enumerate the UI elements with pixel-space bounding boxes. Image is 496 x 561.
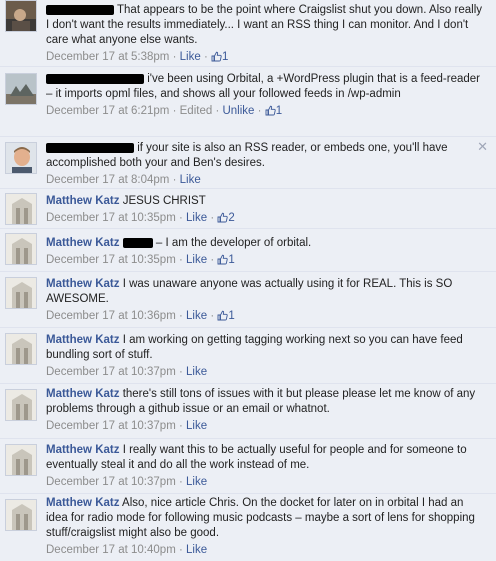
comment-text: – I am the developer of orbital. bbox=[155, 237, 312, 249]
like-link[interactable]: Like bbox=[186, 310, 207, 322]
comment-meta: December 17 at 10:37pm · Like bbox=[46, 420, 208, 432]
author-name[interactable]: Matthew Katz bbox=[46, 497, 119, 509]
like-link[interactable]: Like bbox=[186, 212, 207, 224]
comment: Matthew Katz – I am the developer of orb… bbox=[0, 228, 496, 271]
like-link[interactable]: Like bbox=[186, 420, 207, 432]
like-count-button[interactable]: 2 bbox=[217, 212, 235, 224]
like-link[interactable]: Like bbox=[180, 51, 201, 63]
comment-meta: December 17 at 10:37pm · Like bbox=[46, 366, 208, 378]
avatar[interactable] bbox=[5, 0, 37, 32]
avatar[interactable] bbox=[5, 193, 37, 225]
comment: That appears to be the point where Craig… bbox=[0, 0, 496, 66]
comment: Matthew Katz JESUS CHRIST December 17 at… bbox=[0, 188, 496, 228]
like-link[interactable]: Like bbox=[186, 544, 207, 556]
author-name[interactable]: Matthew Katz bbox=[46, 388, 119, 400]
avatar[interactable] bbox=[5, 389, 37, 421]
like-count: 1 bbox=[275, 105, 283, 117]
avatar[interactable] bbox=[5, 73, 37, 105]
timestamp[interactable]: December 17 at 10:37pm bbox=[46, 366, 176, 378]
author-name[interactable]: Matthew Katz bbox=[46, 334, 119, 346]
redacted-name bbox=[46, 142, 134, 153]
avatar[interactable] bbox=[5, 277, 37, 309]
avatar[interactable] bbox=[5, 333, 37, 365]
avatar[interactable] bbox=[5, 499, 37, 531]
edited-label[interactable]: Edited bbox=[180, 105, 213, 117]
avatar[interactable] bbox=[5, 142, 37, 174]
like-link[interactable]: Like bbox=[180, 174, 201, 186]
unlike-link[interactable]: Unlike bbox=[222, 105, 254, 117]
like-link[interactable]: Like bbox=[186, 254, 207, 266]
like-link[interactable]: Like bbox=[186, 366, 207, 378]
redacted-name bbox=[46, 73, 144, 84]
thumbs-up-icon bbox=[217, 212, 229, 228]
timestamp[interactable]: December 17 at 5:38pm bbox=[46, 51, 169, 63]
thumbs-up-icon bbox=[265, 105, 276, 121]
redacted-name bbox=[46, 4, 114, 15]
close-icon[interactable]: ✕ bbox=[477, 139, 488, 155]
comment-meta: December 17 at 10:36pm · Like · 1 bbox=[46, 309, 486, 326]
author-name[interactable]: Matthew Katz bbox=[46, 444, 119, 456]
like-count: 1 bbox=[228, 310, 235, 322]
redacted-name bbox=[122, 237, 153, 248]
thumbs-up-icon bbox=[211, 51, 222, 67]
comment-text: JESUS CHRIST bbox=[122, 195, 206, 207]
like-count: 2 bbox=[228, 212, 235, 224]
timestamp[interactable]: December 17 at 10:35pm bbox=[46, 254, 176, 266]
like-count: 1 bbox=[221, 51, 229, 63]
author-name[interactable]: Matthew Katz bbox=[46, 237, 119, 249]
comment: Matthew Katz Also, nice article Chris. O… bbox=[0, 493, 496, 561]
like-count-button[interactable]: 1 bbox=[217, 254, 235, 266]
comment: i've been using Orbital, a +WordPress pl… bbox=[0, 66, 496, 136]
comment: ✕ if your site is also an RSS reader, or… bbox=[0, 136, 496, 188]
timestamp[interactable]: December 17 at 10:35pm bbox=[46, 212, 176, 224]
comment-meta: December 17 at 10:40pm · Like bbox=[46, 544, 208, 556]
like-count-button[interactable]: 1 bbox=[265, 105, 282, 117]
comment-meta: December 17 at 10:35pm · Like · 2 bbox=[46, 211, 486, 228]
timestamp[interactable]: December 17 at 10:37pm bbox=[46, 420, 176, 432]
timestamp[interactable]: December 17 at 10:40pm bbox=[46, 544, 176, 556]
like-count: 1 bbox=[228, 254, 235, 266]
avatar[interactable] bbox=[5, 233, 37, 265]
like-count-button[interactable]: 1 bbox=[217, 310, 235, 322]
thumbs-up-icon bbox=[217, 254, 229, 270]
avatar[interactable] bbox=[5, 444, 37, 476]
thumbs-up-icon bbox=[217, 310, 229, 326]
comment-meta: December 17 at 10:37pm · Like bbox=[46, 476, 208, 488]
timestamp[interactable]: December 17 at 10:36pm bbox=[46, 310, 176, 322]
comment-meta: December 17 at 8:04pm · Like bbox=[46, 174, 201, 186]
author-name[interactable]: Matthew Katz bbox=[46, 278, 119, 290]
comment-meta: December 17 at 6:21pm · Edited · Unlike … bbox=[46, 104, 486, 121]
comment: Matthew Katz I really want this to be ac… bbox=[0, 438, 496, 493]
comment: Matthew Katz I was unaware anyone was ac… bbox=[0, 271, 496, 327]
timestamp[interactable]: December 17 at 10:37pm bbox=[46, 476, 176, 488]
comment: Matthew Katz I am working on getting tag… bbox=[0, 327, 496, 383]
timestamp[interactable]: December 17 at 6:21pm bbox=[46, 105, 169, 117]
like-count-button[interactable]: 1 bbox=[211, 51, 228, 63]
comment-meta: December 17 at 10:35pm · Like · 1 bbox=[46, 253, 486, 270]
comment: Matthew Katz there's still tons of issue… bbox=[0, 383, 496, 438]
comment-feed: That appears to be the point where Craig… bbox=[0, 0, 496, 561]
timestamp[interactable]: December 17 at 8:04pm bbox=[46, 174, 169, 186]
like-link[interactable]: Like bbox=[186, 476, 207, 488]
author-name[interactable]: Matthew Katz bbox=[46, 195, 119, 207]
comment-meta: December 17 at 5:38pm · Like · 1 bbox=[46, 50, 486, 67]
